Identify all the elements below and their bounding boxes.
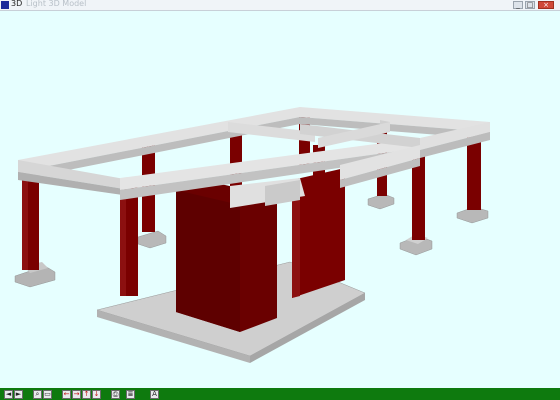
pan-down-button[interactable]: ↓ <box>92 390 101 399</box>
minimize-button[interactable]: _ <box>513 1 523 9</box>
window-title: 3D <box>11 0 23 8</box>
rotate-right-button[interactable]: ► <box>14 390 23 399</box>
footing <box>137 230 167 249</box>
pan-right-button[interactable]: → <box>72 390 81 399</box>
close-icon: × <box>543 1 549 9</box>
rotate-left-button[interactable]: ◄ <box>4 390 13 399</box>
pan-down-icon: ↓ <box>93 390 100 398</box>
bottom-toolbar: ◄ ► ⌕ ▭ ← → ↑ ↓ ⎙ ≣ A <box>0 388 560 400</box>
print-icon: ⎙ <box>112 390 119 398</box>
rotate-right-icon: ► <box>15 390 22 398</box>
print-button[interactable]: ⎙ <box>111 390 120 399</box>
close-button[interactable]: × <box>538 1 554 9</box>
wall <box>176 190 240 332</box>
zoom-button[interactable]: ⌕ <box>33 390 42 399</box>
pan-up-button[interactable]: ↑ <box>82 390 91 399</box>
3d-model-view[interactable] <box>0 11 560 388</box>
window-title-faint: Light 3D Model <box>26 0 87 8</box>
title-bar: 3D Light 3D Model _ □ × <box>0 0 560 11</box>
document-icon: ≣ <box>127 390 134 398</box>
maximize-icon: □ <box>526 1 534 9</box>
rotate-left-icon: ◄ <box>5 390 12 398</box>
text-icon: A <box>152 390 157 398</box>
footing <box>367 193 395 210</box>
zoom-icon: ⌕ <box>35 390 40 398</box>
app-icon <box>1 1 9 9</box>
minimize-icon: _ <box>516 1 520 9</box>
maximize-button[interactable]: □ <box>525 1 535 9</box>
pan-left-icon: ← <box>63 390 70 398</box>
text-button[interactable]: A <box>150 390 159 399</box>
pan-up-icon: ↑ <box>83 390 90 398</box>
document-button[interactable]: ≣ <box>126 390 135 399</box>
pan-left-button[interactable]: ← <box>62 390 71 399</box>
pan-right-icon: → <box>73 390 80 398</box>
zoom-window-button[interactable]: ▭ <box>43 390 52 399</box>
3d-viewport[interactable] <box>0 11 560 388</box>
window-icon: ▭ <box>44 390 51 398</box>
